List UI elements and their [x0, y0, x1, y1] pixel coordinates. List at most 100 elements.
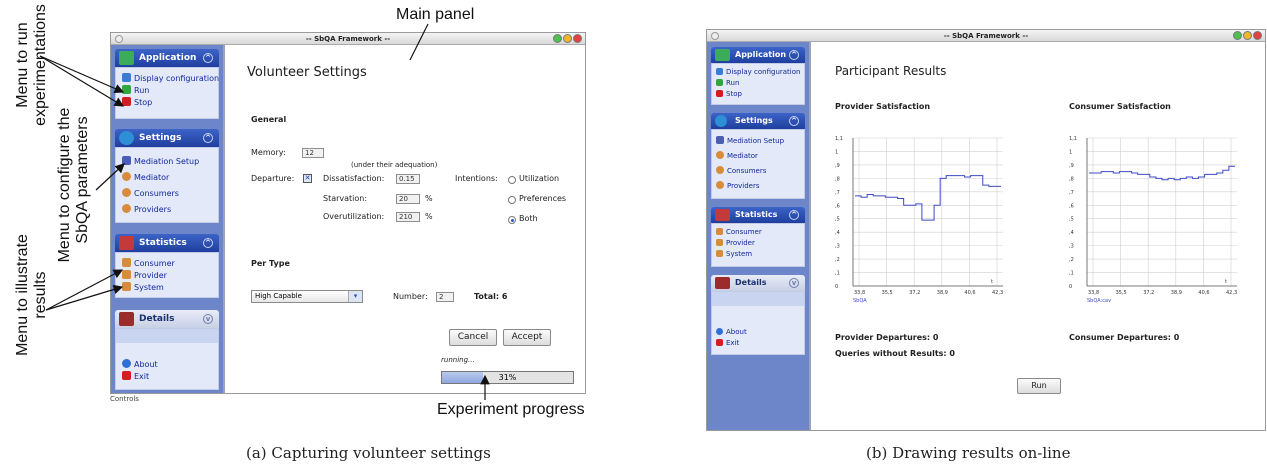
expand-icon[interactable]: v: [789, 278, 799, 288]
cancel-button[interactable]: Cancel: [449, 329, 497, 346]
collapse-icon[interactable]: ^: [789, 210, 799, 220]
memory-label: Memory:: [251, 148, 286, 157]
dropdown-icon[interactable]: ▾: [348, 291, 362, 302]
details-group-header[interactable]: Details v: [711, 275, 805, 291]
participant-results-panel: Participant Results Provider Satisfactio…: [809, 42, 1265, 430]
x-unit-label: t: [991, 279, 993, 285]
window-menu-icon[interactable]: [115, 35, 123, 43]
menu-exit[interactable]: Exit: [122, 371, 149, 381]
memory-input[interactable]: 12: [302, 148, 324, 158]
menu-about[interactable]: About: [716, 328, 747, 336]
settings-icon: [715, 115, 727, 127]
window-menu-icon[interactable]: [711, 32, 719, 40]
mediator-icon: [122, 172, 131, 181]
close-icon[interactable]: [573, 34, 582, 43]
mediation-setup-icon: [122, 156, 131, 165]
menu-stop[interactable]: Stop: [122, 97, 152, 107]
accept-button[interactable]: Accept: [503, 329, 551, 346]
maximize-icon[interactable]: [563, 34, 572, 43]
application-title: Application: [139, 53, 197, 63]
menu-provider[interactable]: Provider: [716, 239, 755, 247]
expand-icon[interactable]: v: [203, 314, 213, 324]
settings-icon: [119, 131, 134, 145]
menu-display-configuration[interactable]: Display configuration: [122, 73, 219, 83]
statistics-group-header[interactable]: Statistics ^: [115, 234, 219, 252]
collapse-icon[interactable]: ^: [789, 50, 799, 60]
menu-consumers[interactable]: Consumers: [716, 166, 766, 175]
menu-consumer[interactable]: Consumer: [716, 228, 762, 236]
starvation-input[interactable]: 20: [396, 194, 420, 204]
type-select[interactable]: High Capable ▾: [251, 290, 363, 303]
menu-mediator[interactable]: Mediator: [716, 151, 758, 160]
close-icon[interactable]: [1253, 31, 1262, 40]
details-group-header[interactable]: Details v: [115, 310, 219, 328]
right-sidebar: Application ^ Display configuration Run …: [707, 42, 809, 430]
menu-exit[interactable]: Exit: [716, 339, 739, 347]
dissatisfaction-input[interactable]: 0.15: [396, 174, 420, 184]
providers-icon: [122, 204, 131, 213]
statistics-title: Statistics: [139, 238, 187, 248]
collapse-icon[interactable]: ^: [203, 238, 213, 248]
settings-group-header[interactable]: Settings ^: [115, 129, 219, 147]
radio-utilization[interactable]: [508, 176, 516, 184]
consumer-icon: [122, 258, 131, 267]
x-tick-label: 33,8: [1088, 290, 1099, 296]
menu-mediation-setup[interactable]: Mediation Setup: [716, 136, 784, 145]
application-group-body: Display configuration Run Stop: [711, 63, 805, 105]
departure-checkbox[interactable]: ✕: [303, 174, 312, 183]
menu-run[interactable]: Run: [716, 79, 739, 87]
starvation-percent: %: [425, 194, 433, 203]
menu-consumer[interactable]: Consumer: [122, 258, 175, 268]
settings-group-header[interactable]: Settings ^: [711, 113, 805, 129]
radio-preferences[interactable]: [508, 196, 516, 204]
menu-stop[interactable]: Stop: [716, 90, 742, 98]
y-tick-label: ,3: [835, 244, 840, 250]
settings-group-body: Mediation Setup Mediator Consumers Provi…: [711, 129, 805, 199]
application-group-header[interactable]: Application ^: [711, 47, 805, 63]
menu-mediator[interactable]: Mediator: [122, 172, 169, 182]
collapse-icon[interactable]: ^: [203, 133, 213, 143]
menu-mediation-setup[interactable]: Mediation Setup: [122, 156, 199, 166]
y-tick-label: ,9: [1069, 163, 1074, 169]
display-config-icon: [716, 68, 723, 75]
details-icon: [119, 312, 134, 326]
dissatisfaction-label: Dissatisfaction:: [323, 174, 385, 183]
overutilization-input[interactable]: 210: [396, 212, 420, 222]
right-app-window: -- SbQA Framework -- Application ^ Displ…: [706, 29, 1266, 431]
application-group-header[interactable]: Application ^: [115, 49, 219, 67]
running-status: running...: [441, 356, 475, 364]
maximize-icon[interactable]: [1243, 31, 1252, 40]
run-button[interactable]: Run: [1017, 378, 1061, 394]
consumer-departures: Consumer Departures: 0: [1069, 333, 1180, 342]
menu-consumers[interactable]: Consumers: [122, 188, 179, 198]
menu-display-configuration[interactable]: Display configuration: [716, 68, 800, 76]
menu-providers[interactable]: Providers: [122, 204, 171, 214]
statistics-group-body: Consumer Provider System: [115, 252, 219, 298]
x-tick-label: 42,3: [992, 290, 1003, 296]
menu-system[interactable]: System: [122, 282, 164, 292]
menu-providers[interactable]: Providers: [716, 181, 759, 190]
series-label: SbQA: [853, 298, 867, 304]
collapse-icon[interactable]: ^: [789, 116, 799, 126]
radio-both[interactable]: [508, 216, 516, 224]
overutilization-percent: %: [425, 212, 433, 221]
settings-title: Settings: [735, 116, 773, 125]
menu-system[interactable]: System: [716, 250, 752, 258]
y-tick-label: ,7: [1069, 190, 1074, 196]
collapse-icon[interactable]: ^: [203, 53, 213, 63]
menu-about[interactable]: About: [122, 359, 158, 369]
menu-run[interactable]: Run: [122, 85, 149, 95]
number-input[interactable]: 2: [436, 292, 454, 302]
statistics-group-header[interactable]: Statistics ^: [711, 207, 805, 223]
x-tick-label: 33,8: [854, 290, 865, 296]
progress-percent: 31%: [498, 373, 517, 382]
left-window-titlebar: -- SbQA Framework --: [111, 33, 585, 45]
minimize-icon[interactable]: [1233, 31, 1242, 40]
general-heading: General: [251, 115, 287, 124]
panel-heading: Participant Results: [835, 64, 947, 78]
menu-provider[interactable]: Provider: [122, 270, 167, 280]
caption-left: (a) Capturing volunteer settings: [246, 444, 491, 462]
y-tick-label: 1,1: [1069, 136, 1077, 142]
series-line: [1089, 165, 1235, 181]
minimize-icon[interactable]: [553, 34, 562, 43]
